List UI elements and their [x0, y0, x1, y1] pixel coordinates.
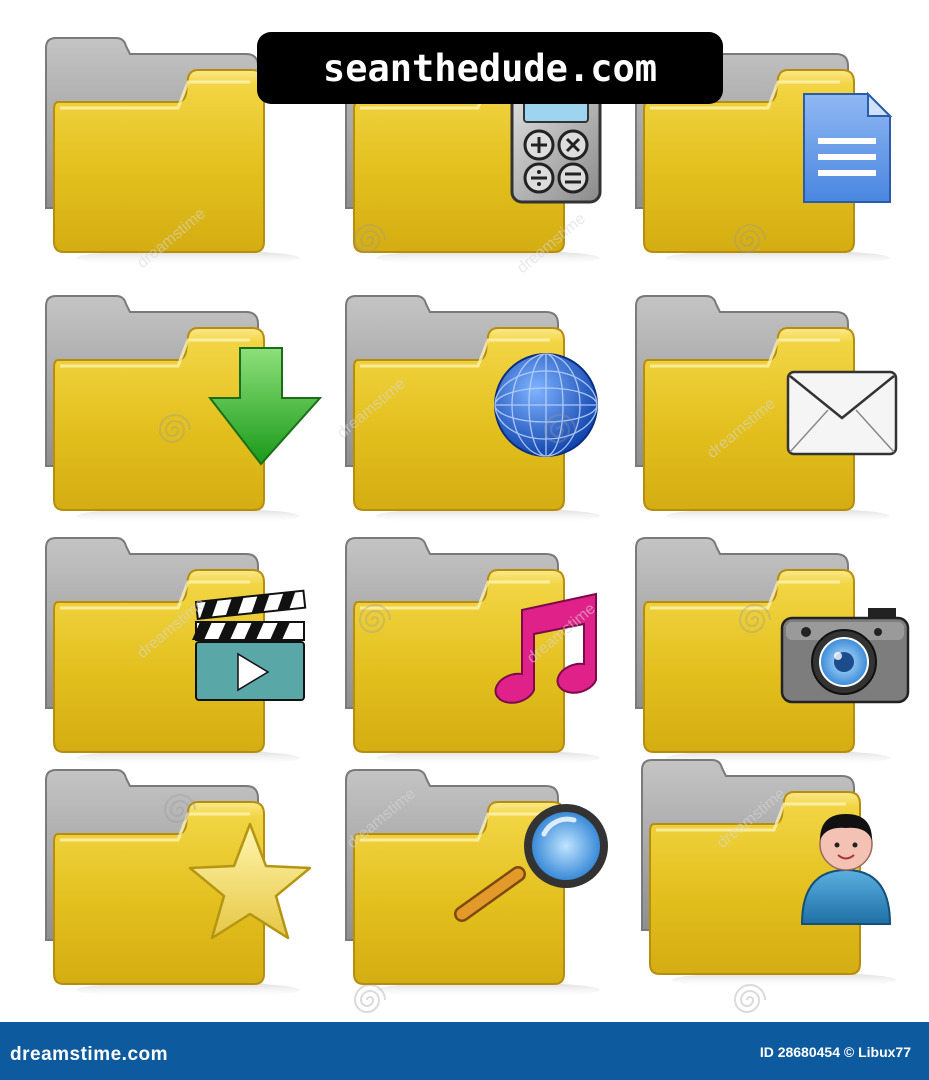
clapperboard-icon: [192, 589, 307, 701]
folder-graphic: [44, 294, 323, 526]
folder-camera-icon[interactable]: [628, 530, 918, 768]
folder-graphic: [44, 536, 307, 768]
footer-bar: dreamstime.com ID 28680454 © Libux77: [0, 1022, 929, 1080]
folder-graphic: [634, 294, 898, 526]
banner-text: seanthedude.com: [322, 46, 658, 90]
camera-icon: [780, 608, 910, 704]
folder-mail-icon[interactable]: [628, 288, 918, 526]
folder-graphic: [640, 758, 898, 990]
envelope-icon: [786, 370, 898, 456]
folder-graphic: [44, 768, 312, 1000]
image-id-credit: ID 28680454 © Libux77: [759, 1044, 911, 1060]
folder-graphic: [634, 536, 910, 768]
folder-graphic: [344, 768, 608, 1000]
site-banner: seanthedude.com: [257, 32, 723, 104]
folder-graphic: [344, 536, 602, 768]
folder-download-icon[interactable]: [38, 288, 328, 526]
footer-brand[interactable]: dreamstime.com: [10, 1044, 168, 1066]
folder-globe-icon[interactable]: [338, 288, 628, 526]
document-icon: [803, 91, 893, 203]
calculator-icon: [510, 88, 602, 204]
folder-favorites-icon[interactable]: [38, 762, 328, 1000]
folder-search-icon[interactable]: [338, 762, 628, 1000]
folder-music-icon[interactable]: [338, 530, 628, 768]
globe-icon: [494, 353, 598, 457]
folder-video-icon[interactable]: [38, 530, 328, 768]
folder-graphic: [344, 294, 602, 526]
folder-user-icon[interactable]: [634, 752, 924, 990]
